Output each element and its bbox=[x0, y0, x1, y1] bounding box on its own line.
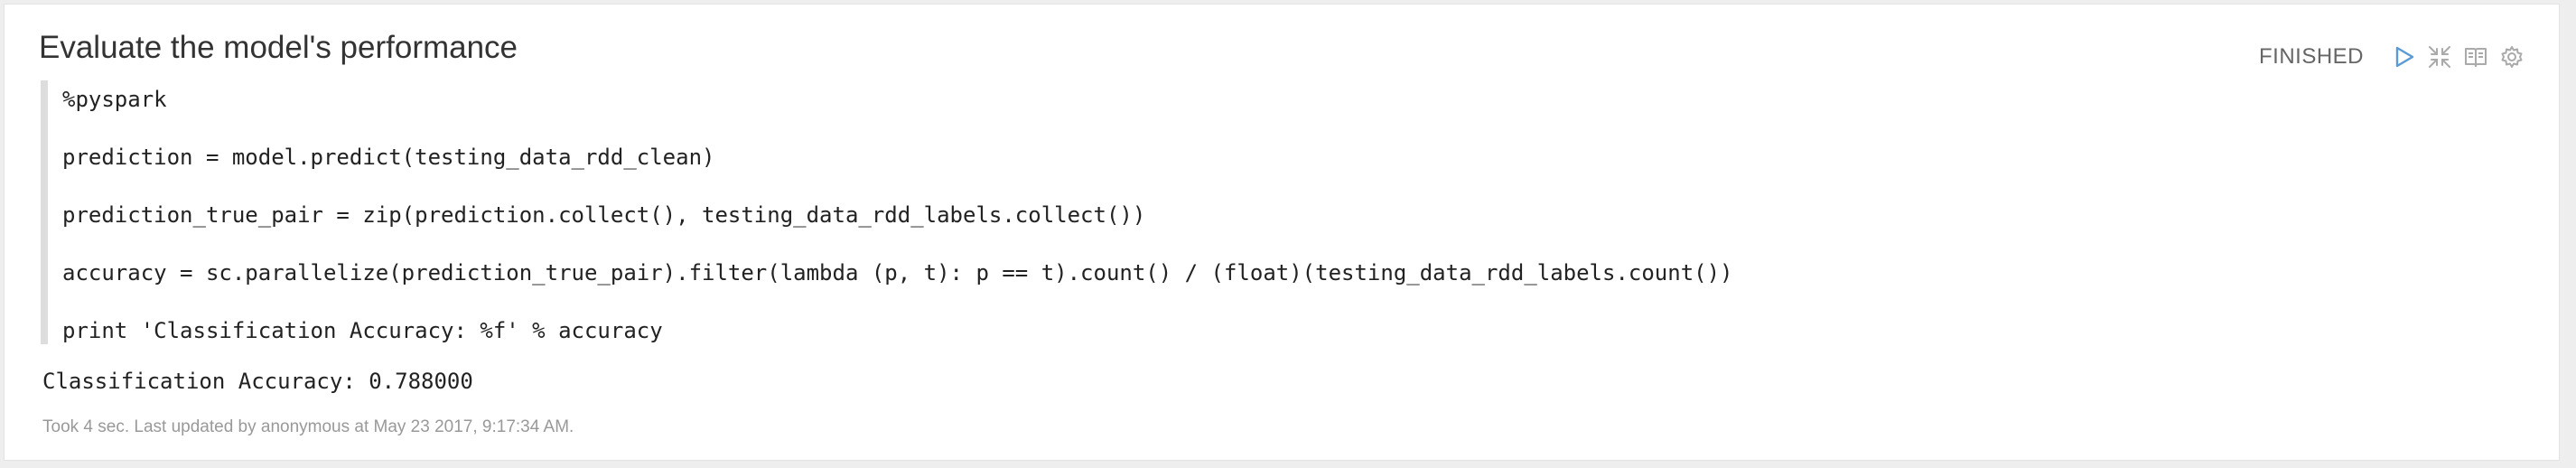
paragraph-footer: Took 4 sec. Last updated by anonymous at… bbox=[42, 417, 574, 436]
code-line[interactable]: print 'Classification Accuracy: %f' % ac… bbox=[62, 317, 663, 344]
code-line[interactable]: prediction = model.predict(testing_data_… bbox=[62, 144, 714, 171]
code-line[interactable]: accuracy = sc.parallelize(prediction_tru… bbox=[62, 259, 1733, 286]
book-icon[interactable] bbox=[2463, 44, 2488, 70]
gear-icon[interactable] bbox=[2499, 44, 2525, 70]
notebook-paragraph: Evaluate the model's performance FINISHE… bbox=[4, 4, 2560, 461]
code-line[interactable]: %pyspark bbox=[62, 86, 167, 113]
run-play-icon[interactable] bbox=[2391, 44, 2416, 70]
code-editor[interactable]: %pyspark prediction = model.predict(test… bbox=[41, 80, 2534, 344]
code-line[interactable]: prediction_true_pair = zip(prediction.co… bbox=[62, 201, 1145, 229]
collapse-arrows-icon[interactable] bbox=[2427, 44, 2452, 70]
paragraph-title[interactable]: Evaluate the model's performance bbox=[39, 30, 518, 66]
status-label: FINISHED bbox=[2258, 44, 2364, 69]
paragraph-controls: FINISHED bbox=[2259, 41, 2525, 73]
paragraph-output: Classification Accuracy: 0.788000 bbox=[42, 369, 473, 394]
